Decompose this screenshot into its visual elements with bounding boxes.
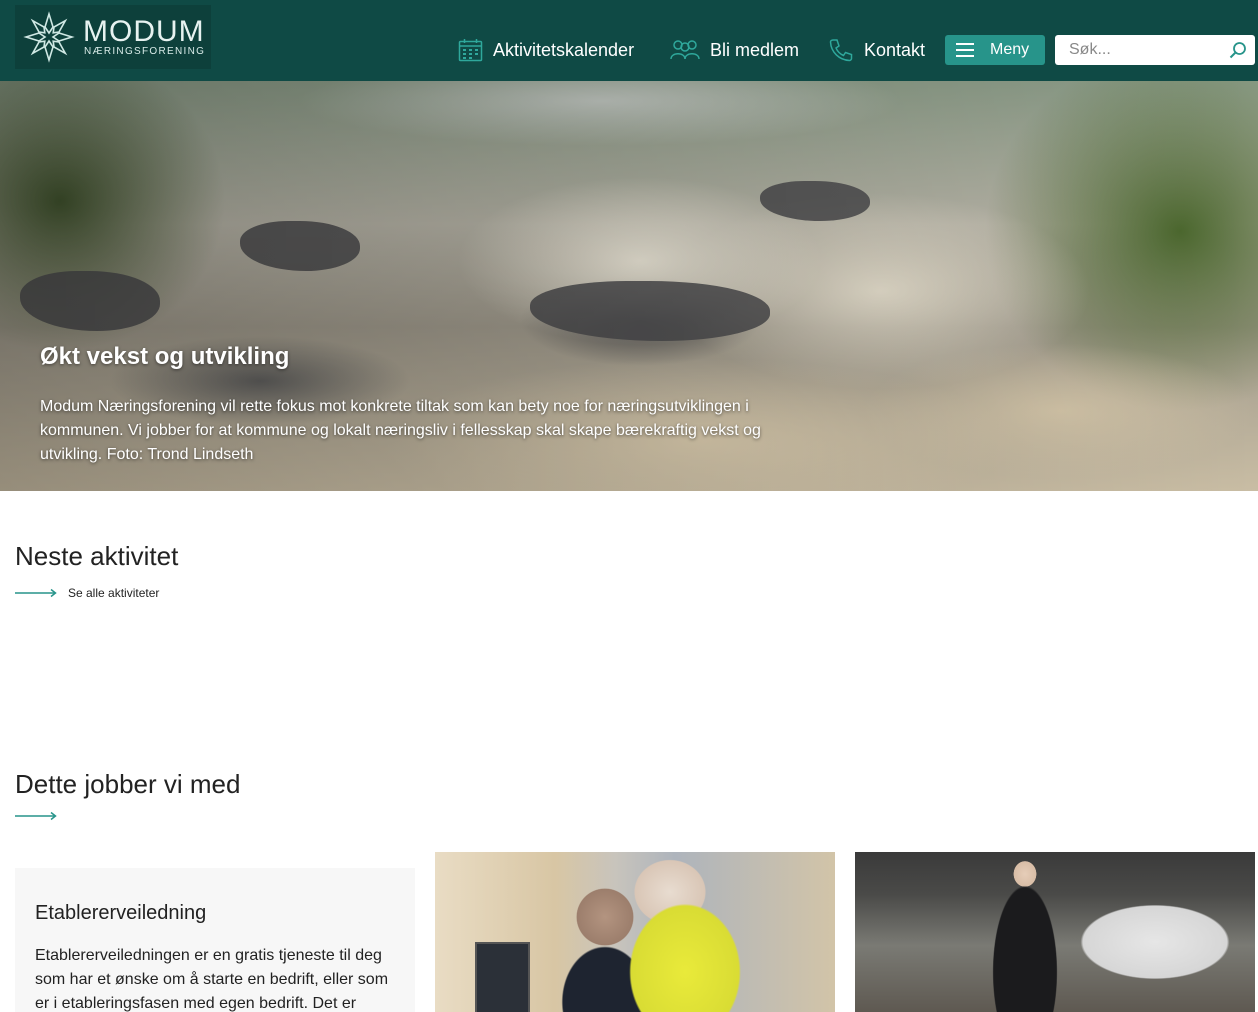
logo-star-icon bbox=[23, 11, 75, 63]
logo-title: MODUM bbox=[83, 15, 205, 48]
hero-description: Modum Næringsforening vil rette fokus mo… bbox=[40, 398, 761, 463]
work-section-title: Dette jobber vi med bbox=[15, 769, 241, 799]
hero-banner: Økt vekst og utvikling Modum Næringsfore… bbox=[0, 81, 1258, 491]
nav-kontakt[interactable]: Kontakt bbox=[828, 37, 925, 63]
card-title: Etablererveiledning bbox=[35, 902, 207, 924]
calendar-icon bbox=[458, 39, 483, 62]
arrow-right-icon bbox=[15, 811, 57, 821]
nav-aktivitetskalender[interactable]: Aktivitetskalender bbox=[458, 37, 634, 63]
hero-title: Økt vekst og utvikling bbox=[40, 343, 290, 370]
card-image-workshop[interactable] bbox=[435, 852, 835, 1012]
menu-label: Meny bbox=[990, 41, 1030, 58]
site-header: MODUM NÆRINGSFORENING Aktivitetskalender bbox=[0, 0, 1258, 81]
see-all-activities-link[interactable]: Se alle aktiviteter bbox=[68, 586, 159, 600]
menu-button[interactable]: Meny bbox=[945, 35, 1045, 65]
logo-subtitle: NÆRINGSFORENING bbox=[84, 46, 206, 57]
nav-bli-medlem[interactable]: Bli medlem bbox=[670, 37, 799, 63]
phone-icon bbox=[829, 39, 853, 62]
nav-label: Aktivitetskalender bbox=[493, 39, 635, 60]
site-logo[interactable]: MODUM NÆRINGSFORENING bbox=[15, 5, 211, 69]
card-etablererveiledning[interactable]: Etablererveiledning Etablererveiledninge… bbox=[15, 868, 415, 1012]
card-image-monitor bbox=[475, 942, 530, 1012]
search-input[interactable] bbox=[1055, 35, 1223, 65]
people-icon bbox=[670, 40, 700, 60]
nav-label: Kontakt bbox=[864, 39, 926, 60]
search-box bbox=[1055, 35, 1255, 65]
card-image-office[interactable] bbox=[855, 852, 1255, 1012]
hamburger-icon bbox=[956, 43, 974, 57]
card-description: Etablererveiledningen er en gratis tjene… bbox=[35, 947, 389, 1012]
search-icon[interactable] bbox=[1229, 41, 1247, 59]
nav-label: Bli medlem bbox=[710, 39, 800, 60]
arrow-right-icon bbox=[15, 588, 57, 598]
next-activity-title: Neste aktivitet bbox=[15, 541, 179, 571]
